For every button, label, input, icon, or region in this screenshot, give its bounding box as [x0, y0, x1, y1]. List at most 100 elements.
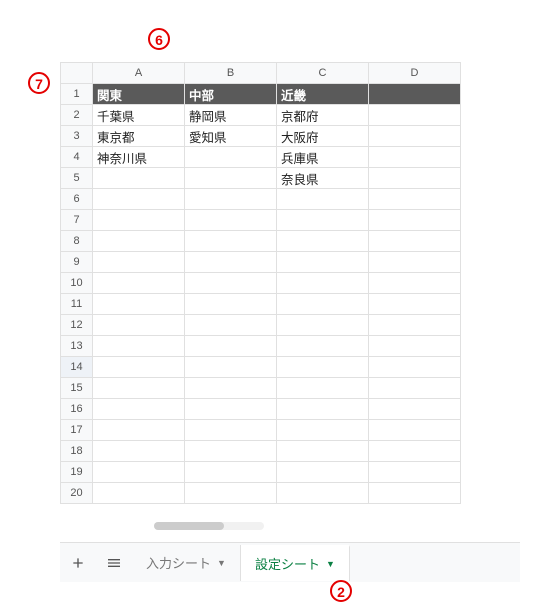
cell[interactable]: [93, 420, 185, 441]
cell[interactable]: [185, 399, 277, 420]
cell[interactable]: [277, 378, 369, 399]
column-header[interactable]: A: [93, 63, 185, 84]
cell[interactable]: [93, 252, 185, 273]
scrollbar-thumb[interactable]: [154, 522, 224, 530]
cell[interactable]: [277, 315, 369, 336]
cell[interactable]: [185, 210, 277, 231]
cell[interactable]: [93, 336, 185, 357]
row-header[interactable]: 10: [61, 273, 93, 294]
cell[interactable]: [185, 462, 277, 483]
cell[interactable]: [277, 210, 369, 231]
cell[interactable]: [93, 462, 185, 483]
cell[interactable]: 奈良県: [277, 168, 369, 189]
sheet-tab-inactive[interactable]: 入力シート ▼: [132, 545, 241, 581]
cell[interactable]: [185, 378, 277, 399]
cell[interactable]: [277, 189, 369, 210]
cell[interactable]: [369, 378, 461, 399]
row-header[interactable]: 1: [61, 84, 93, 105]
cell[interactable]: [369, 252, 461, 273]
cell[interactable]: [185, 273, 277, 294]
row-header[interactable]: 12: [61, 315, 93, 336]
cell[interactable]: [185, 189, 277, 210]
cell[interactable]: [277, 294, 369, 315]
cell[interactable]: [93, 378, 185, 399]
column-header[interactable]: C: [277, 63, 369, 84]
cell[interactable]: [369, 357, 461, 378]
column-header[interactable]: D: [369, 63, 461, 84]
cell[interactable]: [185, 420, 277, 441]
row-header[interactable]: 9: [61, 252, 93, 273]
cell[interactable]: 京都府: [277, 105, 369, 126]
cell[interactable]: [277, 336, 369, 357]
cell[interactable]: [185, 252, 277, 273]
cell[interactable]: [93, 168, 185, 189]
cell[interactable]: [369, 399, 461, 420]
cell[interactable]: [277, 252, 369, 273]
cell[interactable]: [277, 273, 369, 294]
row-header[interactable]: 15: [61, 378, 93, 399]
row-header[interactable]: 5: [61, 168, 93, 189]
cell[interactable]: [185, 294, 277, 315]
cell[interactable]: 中部: [185, 84, 277, 105]
cell[interactable]: [369, 315, 461, 336]
cell[interactable]: [277, 441, 369, 462]
row-header[interactable]: 8: [61, 231, 93, 252]
row-header[interactable]: 19: [61, 462, 93, 483]
cell[interactable]: [93, 294, 185, 315]
cell[interactable]: 近畿: [277, 84, 369, 105]
cell[interactable]: [277, 357, 369, 378]
cell[interactable]: [93, 399, 185, 420]
cell[interactable]: [93, 273, 185, 294]
row-header[interactable]: 17: [61, 420, 93, 441]
cell[interactable]: [185, 231, 277, 252]
cell[interactable]: [93, 231, 185, 252]
cell[interactable]: [277, 399, 369, 420]
cell[interactable]: [185, 147, 277, 168]
cell[interactable]: [93, 357, 185, 378]
row-header[interactable]: 20: [61, 483, 93, 504]
cell[interactable]: [93, 210, 185, 231]
row-header[interactable]: 4: [61, 147, 93, 168]
cell[interactable]: [369, 147, 461, 168]
cell[interactable]: [93, 189, 185, 210]
cell[interactable]: [185, 168, 277, 189]
row-header[interactable]: 7: [61, 210, 93, 231]
cell[interactable]: 千葉県: [93, 105, 185, 126]
row-header[interactable]: 16: [61, 399, 93, 420]
cell[interactable]: [185, 357, 277, 378]
cell[interactable]: [369, 189, 461, 210]
add-sheet-button[interactable]: [60, 545, 96, 581]
cell[interactable]: [369, 126, 461, 147]
cell[interactable]: [369, 336, 461, 357]
row-header[interactable]: 18: [61, 441, 93, 462]
cell[interactable]: 兵庫県: [277, 147, 369, 168]
row-header[interactable]: 6: [61, 189, 93, 210]
cell[interactable]: [369, 441, 461, 462]
cell[interactable]: 東京都: [93, 126, 185, 147]
cell[interactable]: [369, 273, 461, 294]
horizontal-scrollbar[interactable]: [154, 522, 264, 530]
cell[interactable]: [277, 483, 369, 504]
row-header[interactable]: 3: [61, 126, 93, 147]
cell[interactable]: [93, 441, 185, 462]
cell[interactable]: [369, 168, 461, 189]
cell[interactable]: [369, 483, 461, 504]
cell[interactable]: [369, 420, 461, 441]
spreadsheet-grid[interactable]: ABCD1関東中部近畿2千葉県静岡県京都府3東京都愛知県大阪府4神奈川県兵庫県5…: [60, 62, 520, 536]
cell[interactable]: 愛知県: [185, 126, 277, 147]
cell[interactable]: [93, 483, 185, 504]
cell[interactable]: [277, 462, 369, 483]
cell[interactable]: [277, 420, 369, 441]
cell[interactable]: [369, 105, 461, 126]
row-header[interactable]: 13: [61, 336, 93, 357]
cell[interactable]: [185, 441, 277, 462]
cell[interactable]: 大阪府: [277, 126, 369, 147]
all-sheets-button[interactable]: [96, 545, 132, 581]
row-header[interactable]: 11: [61, 294, 93, 315]
cell[interactable]: [369, 84, 461, 105]
cell[interactable]: [185, 315, 277, 336]
cell[interactable]: [185, 336, 277, 357]
cell[interactable]: [185, 483, 277, 504]
corner-cell[interactable]: [61, 63, 93, 84]
row-header[interactable]: 2: [61, 105, 93, 126]
